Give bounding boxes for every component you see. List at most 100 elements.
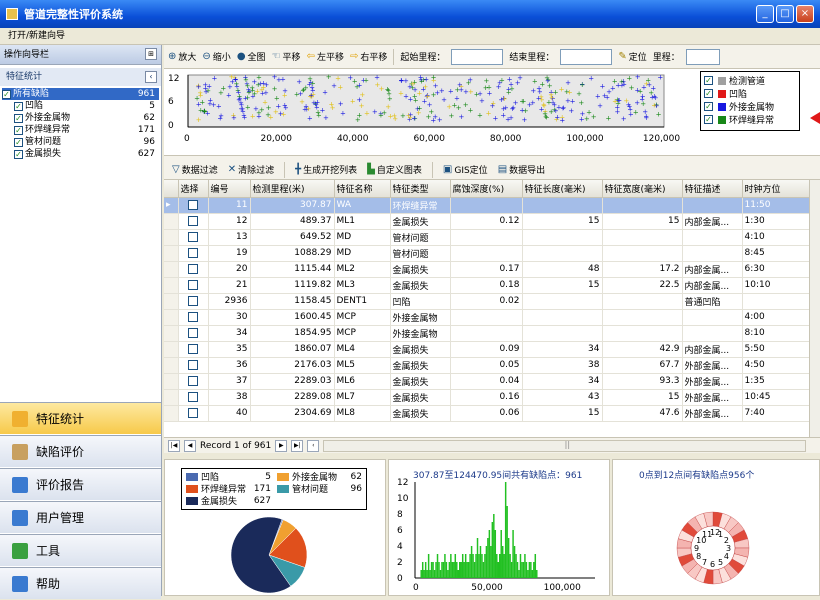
cell-select[interactable] xyxy=(178,277,209,294)
prev-page-button[interactable]: ◀ xyxy=(184,439,196,452)
row-checkbox[interactable] xyxy=(188,215,198,226)
tree-checkbox[interactable]: ✓ xyxy=(14,125,23,135)
legend-checkbox[interactable]: ✓ xyxy=(704,115,713,124)
cell-select[interactable] xyxy=(178,357,209,374)
end-mileage-input[interactable] xyxy=(560,48,613,65)
cell-select[interactable] xyxy=(178,229,209,246)
cell-select[interactable] xyxy=(178,309,209,326)
cell-select[interactable] xyxy=(178,341,209,358)
column-header[interactable]: 腐蚀深度(%) xyxy=(450,180,523,198)
grid-hscroll[interactable]: || xyxy=(323,439,806,452)
legend-checkbox[interactable]: ✓ xyxy=(704,102,713,111)
legend-checkbox[interactable]: ✓ xyxy=(704,76,713,85)
maximize-button[interactable]: □ xyxy=(776,5,794,23)
row-checkbox[interactable] xyxy=(188,407,198,418)
cell-select[interactable] xyxy=(178,389,209,406)
row-checkbox[interactable] xyxy=(188,391,198,402)
table-row[interactable]: 37 2289.03 ML6 金属损失 0.04 34 93.3 外部金属... 1:35 xyxy=(164,373,810,390)
legend-item[interactable]: ✓ 外接金属物 xyxy=(704,100,796,113)
column-header[interactable]: 检测里程(米) xyxy=(250,180,335,198)
zoom-in-button[interactable]: ⊕ 放大 xyxy=(168,50,196,63)
row-checkbox[interactable] xyxy=(188,263,198,274)
last-page-button[interactable]: ▶| xyxy=(291,439,304,452)
pan-button[interactable]: ☜ 平移 xyxy=(272,50,301,63)
table-row[interactable]: 21 1119.82 ML3 金属损失 0.18 15 22.5 内部金属... 10:10 xyxy=(164,277,810,294)
row-header[interactable] xyxy=(164,293,179,310)
column-header[interactable]: 特征名称 xyxy=(334,180,391,198)
mileage-input[interactable] xyxy=(685,48,720,65)
clear-filter-button[interactable]: ✕ 清除过滤 xyxy=(228,163,274,176)
column-header[interactable]: 特征长度(毫米) xyxy=(522,180,603,198)
row-checkbox[interactable] xyxy=(188,231,198,242)
nav-button-2[interactable]: 评价报告 xyxy=(0,468,161,500)
row-header[interactable] xyxy=(164,213,179,230)
row-header[interactable] xyxy=(164,357,179,374)
tree-checkbox[interactable]: ✓ xyxy=(14,149,23,159)
first-page-button[interactable]: |◀ xyxy=(168,439,180,452)
table-row[interactable]: ▸ 11 307.87 WA 环焊缝异常 11:50 xyxy=(164,197,810,214)
table-row[interactable]: 34 1854.95 MCP 外接金属物 8:10 xyxy=(164,325,810,342)
cell-select[interactable] xyxy=(178,325,209,342)
cell-select[interactable] xyxy=(178,213,209,230)
row-header[interactable] xyxy=(164,325,179,342)
tree-item[interactable]: ✓ 所有缺陷 961 xyxy=(2,88,159,100)
nav-button-3[interactable]: 用户管理 xyxy=(0,501,161,533)
grid-vscroll[interactable] xyxy=(809,180,820,437)
row-checkbox[interactable] xyxy=(188,199,198,210)
filter-button[interactable]: ▽ 数据过滤 xyxy=(172,163,218,176)
cell-select[interactable] xyxy=(178,405,209,422)
legend-item[interactable]: ✓ 环焊缝异常 xyxy=(704,113,796,126)
cell-select[interactable] xyxy=(178,197,209,214)
custom-chart-button[interactable]: ▙ 自定义图表 xyxy=(367,163,422,176)
nav-button-0[interactable]: 特征统计 xyxy=(0,402,161,434)
zoom-out-button[interactable]: ⊖ 缩小 xyxy=(202,50,230,63)
section-header[interactable]: 特征统计 ‹ xyxy=(0,68,161,86)
legend-item[interactable]: ✓ 凹陷 xyxy=(704,87,796,100)
nav-button-1[interactable]: 缺陷评价 xyxy=(0,435,161,467)
menu-open-wizard[interactable]: 打开/新建向导 xyxy=(8,31,65,41)
table-row[interactable]: 30 1600.45 MCP 外接金属物 4:00 xyxy=(164,309,810,326)
row-header[interactable] xyxy=(164,405,179,422)
row-header[interactable] xyxy=(164,341,179,358)
row-checkbox[interactable] xyxy=(188,375,198,386)
full-view-button[interactable]: ● 全图 xyxy=(237,50,266,63)
tree-checkbox[interactable]: ✓ xyxy=(14,137,23,147)
tree-item[interactable]: ✓ 金属损失 627 xyxy=(2,148,159,160)
row-header[interactable] xyxy=(164,373,179,390)
export-button[interactable]: ▤ 数据导出 xyxy=(498,163,545,176)
row-header[interactable] xyxy=(164,389,179,406)
tree-checkbox[interactable]: ✓ xyxy=(14,101,23,111)
tree-item[interactable]: ✓ 环焊缝异常 171 xyxy=(2,124,159,136)
pan-left-button[interactable]: ⇦ 左平移 xyxy=(307,50,344,63)
row-checkbox[interactable] xyxy=(188,359,198,370)
table-row[interactable]: 19 1088.29 MD 管材问题 8:45 xyxy=(164,245,810,262)
tree-checkbox[interactable]: ✓ xyxy=(14,113,23,123)
row-checkbox[interactable] xyxy=(188,279,198,290)
column-header[interactable]: 时钟方位 xyxy=(742,180,810,198)
row-header[interactable] xyxy=(164,261,179,278)
close-button[interactable]: × xyxy=(796,5,814,23)
table-row[interactable]: 20 1115.44 ML2 金属损失 0.17 48 17.2 内部金属... 6:30 xyxy=(164,261,810,278)
tree-item[interactable]: ✓ 管材问题 96 xyxy=(2,136,159,148)
collapse-icon[interactable]: ‹ xyxy=(145,71,157,83)
scroll-left-button[interactable]: ‹ xyxy=(307,439,320,452)
locate-button[interactable]: ✎ 定位 xyxy=(618,50,646,63)
nav-button-5[interactable]: 帮助 xyxy=(0,567,161,599)
pan-right-button[interactable]: ⇨ 右平移 xyxy=(350,50,387,63)
nav-button-4[interactable]: 工具 xyxy=(0,534,161,566)
row-header[interactable] xyxy=(164,309,179,326)
cell-select[interactable] xyxy=(178,245,209,262)
table-row[interactable]: 38 2289.08 ML7 金属损失 0.16 43 15 外部金属... 10:45 xyxy=(164,389,810,406)
minimize-button[interactable]: _ xyxy=(756,5,774,23)
cell-select[interactable] xyxy=(178,373,209,390)
column-header[interactable]: 特征类型 xyxy=(390,180,451,198)
table-row[interactable]: 40 2304.69 ML8 金属损失 0.06 15 47.6 外部金属... 7:40 xyxy=(164,405,810,422)
row-checkbox[interactable] xyxy=(188,327,198,338)
row-header[interactable] xyxy=(164,229,179,246)
table-row[interactable]: 35 1860.07 ML4 金属损失 0.09 34 42.9 内部金属... 5:50 xyxy=(164,341,810,358)
next-page-button[interactable]: ▶ xyxy=(275,439,288,452)
table-row[interactable]: 12 489.37 ML1 金属损失 0.12 15 15 内部金属... 1:30 xyxy=(164,213,810,230)
row-checkbox[interactable] xyxy=(188,295,198,306)
tree-item[interactable]: ✓ 外接金属物 62 xyxy=(2,112,159,124)
row-checkbox[interactable] xyxy=(188,343,198,354)
